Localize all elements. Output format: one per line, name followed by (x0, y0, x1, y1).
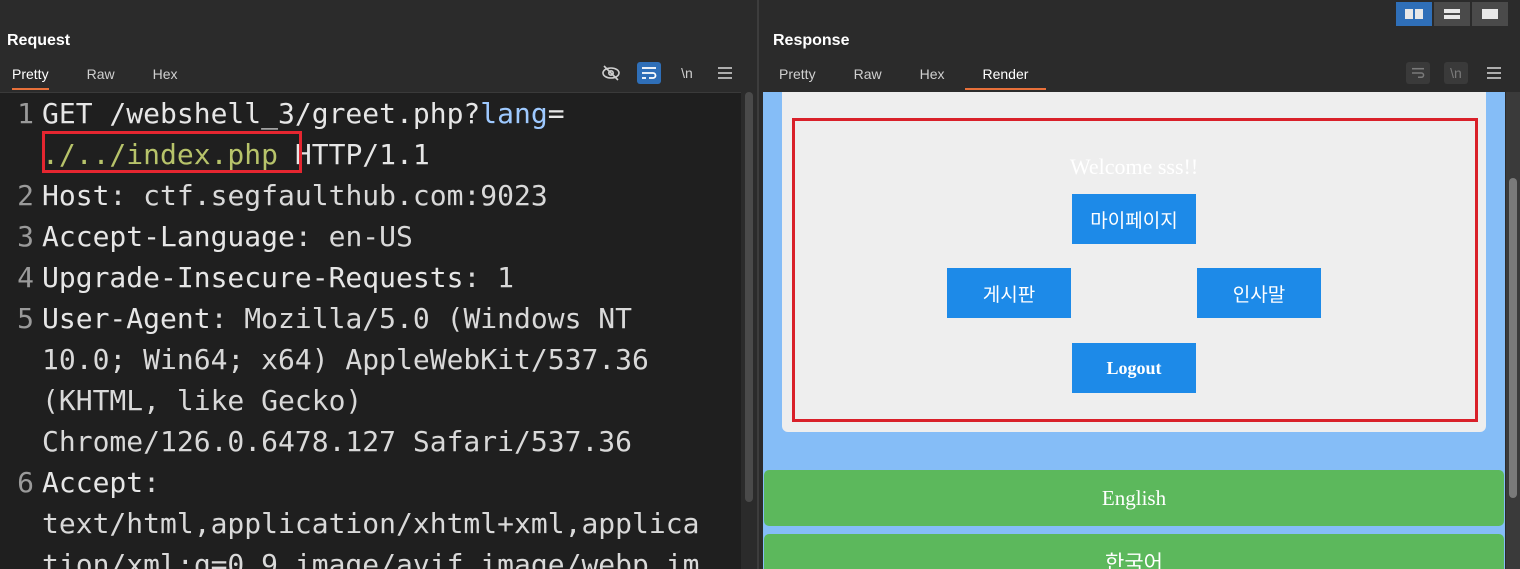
code-line: 3 Accept-Language: en-US (0, 216, 741, 257)
menu-icon[interactable] (1482, 62, 1506, 84)
logout-button[interactable]: Logout (1072, 343, 1196, 393)
request-toolbar: \n (599, 62, 737, 84)
code-line: 10.0; Win64; x64) AppleWebKit/537.36 (42, 343, 649, 376)
header-name: Accept-Language (42, 220, 295, 253)
tab-render[interactable]: Render (964, 62, 1047, 90)
newline-toggle[interactable]: \n (675, 62, 699, 84)
board-button[interactable]: 게시판 (947, 268, 1071, 318)
layout-side-by-side-icon[interactable] (1396, 2, 1432, 26)
menu-icon[interactable] (713, 62, 737, 84)
request-scrollbar[interactable] (743, 92, 755, 569)
code-line: tion/xml;q=0.9,image/avif,image/webp,im (42, 548, 700, 569)
tab-pretty[interactable]: Pretty (779, 62, 816, 90)
render-scroll-thumb[interactable] (1509, 178, 1517, 498)
request-editor[interactable]: 1 GET /webshell_3/greet.php?lang= ./../in… (0, 92, 741, 569)
rendered-page: Welcome sss!! 마이페이지 게시판 인사말 Logout Engli… (763, 92, 1505, 569)
korean-button[interactable]: 한국어 (764, 534, 1504, 569)
mypage-button[interactable]: 마이페이지 (1072, 194, 1196, 244)
layout-stacked-icon[interactable] (1434, 2, 1470, 26)
header-value: 1 (497, 261, 515, 294)
line-number: 1 (17, 97, 34, 130)
line-number: 3 (17, 220, 34, 253)
tab-pretty[interactable]: Pretty (12, 62, 49, 90)
tab-hex[interactable]: Hex (920, 62, 945, 90)
code-line: 6 Accept: (0, 462, 741, 503)
line-number: 5 (17, 302, 34, 335)
header-name: Host (42, 179, 110, 212)
code-line: 4 Upgrade-Insecure-Requests: 1 (0, 257, 741, 298)
tab-raw[interactable]: Raw (854, 62, 882, 90)
newline-toggle[interactable]: \n (1444, 62, 1468, 84)
response-toolbar: \n (1406, 62, 1506, 84)
english-button[interactable]: English (764, 470, 1504, 526)
header-value: Mozilla/5.0 (Windows NT (244, 302, 633, 335)
response-title: Response (773, 32, 850, 49)
request-title: Request (7, 32, 71, 49)
code-line: 2 Host: ctf.segfaulthub.com:9023 (0, 175, 741, 216)
line-number: 6 (17, 466, 34, 499)
greeting-button[interactable]: 인사말 (1197, 268, 1321, 318)
wrap-text-icon[interactable] (1406, 62, 1430, 84)
response-pane: Response Pretty Raw Hex Render \n Welcom… (759, 0, 1520, 569)
response-tabs: Pretty Raw Hex Render (779, 62, 1084, 90)
line-number: 2 (17, 179, 34, 212)
code-line: Chrome/126.0.6478.127 Safari/537.36 (42, 425, 633, 458)
layout-single-icon[interactable] (1472, 2, 1508, 26)
code-line: text/html,application/xhtml+xml,applica (42, 507, 700, 540)
tab-raw[interactable]: Raw (87, 62, 115, 90)
request-pane: Request Pretty Raw Hex \n 1 GET /webshell… (0, 0, 757, 569)
header-name: Upgrade-Insecure-Requests (42, 261, 464, 294)
layout-switcher (1396, 2, 1508, 26)
tab-hex[interactable]: Hex (153, 62, 178, 90)
highlight-annotation-box (42, 131, 302, 173)
code-line: 1 GET /webshell_3/greet.php?lang= (0, 93, 741, 134)
code-line: (KHTML, like Gecko) (42, 384, 363, 417)
header-name: User-Agent (42, 302, 211, 335)
request-tabs: Pretty Raw Hex (12, 62, 216, 90)
code-line: 5 User-Agent: Mozilla/5.0 (Windows NT (0, 298, 741, 339)
header-value: en-US (328, 220, 413, 253)
render-scrollbar[interactable] (1506, 92, 1520, 569)
welcome-message: Welcome sss!! (1069, 154, 1199, 179)
header-value: ctf.segfaulthub.com:9023 (143, 179, 548, 212)
request-scroll-thumb[interactable] (745, 92, 753, 502)
line-number: 4 (17, 261, 34, 294)
hide-eye-icon[interactable] (599, 62, 623, 84)
header-name: Accept (42, 466, 144, 499)
wrap-text-icon[interactable] (637, 62, 661, 84)
